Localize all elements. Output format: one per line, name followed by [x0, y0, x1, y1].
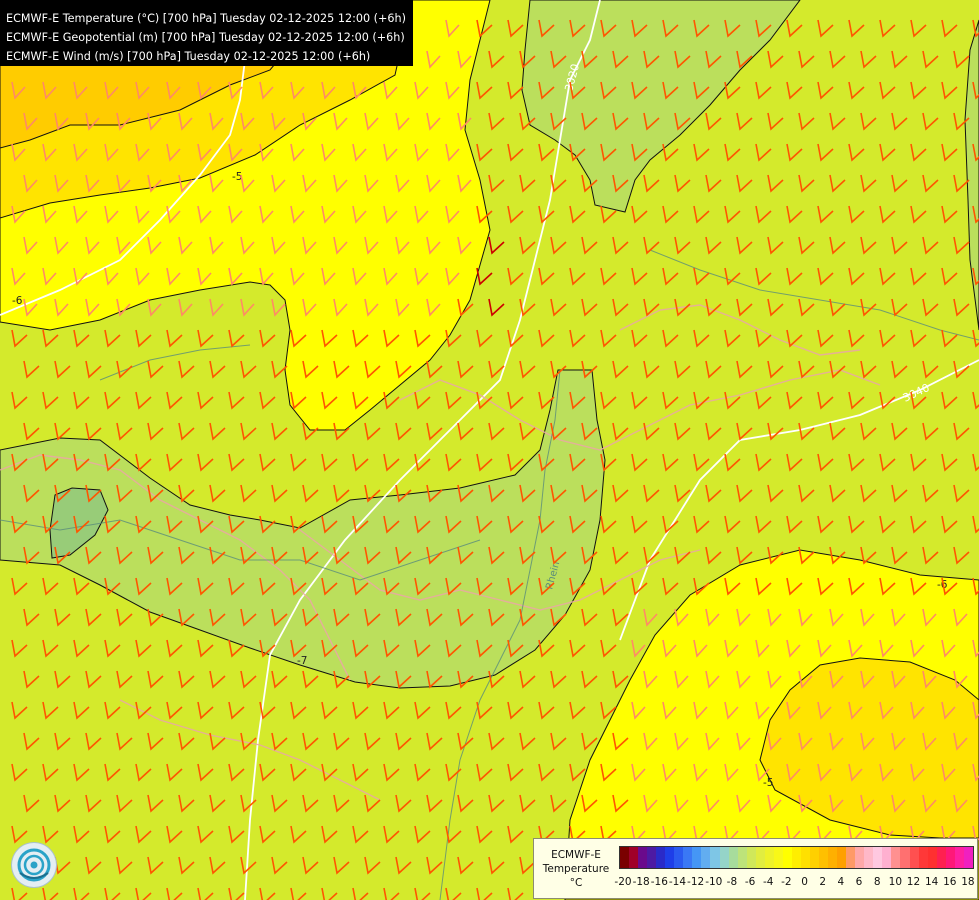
legend-swatch — [873, 847, 883, 868]
legend-swatch — [963, 847, 973, 868]
legend-swatch — [846, 847, 856, 868]
legend-tick-label: 12 — [906, 876, 921, 888]
legend-swatch — [710, 847, 720, 868]
legend-tick-label: 0 — [801, 876, 808, 888]
legend-tick-label: 16 — [943, 876, 957, 888]
ecmwf-logo-icon[interactable] — [12, 843, 56, 887]
isotherm-label: -6 — [12, 295, 23, 307]
legend-tick-label: -2 — [781, 876, 792, 888]
legend-tick-label: -16 — [650, 876, 668, 888]
legend-swatch — [773, 847, 783, 868]
temperature-legend: ECMWF-E Temperature °C -20 -18 -16 -14 -12 -1… — [533, 838, 978, 899]
legend-swatch — [629, 847, 639, 868]
legend-swatch — [674, 847, 684, 868]
temperature-layer-title: ECMWF-E Temperature (°C) [700 hPa] Tuesd… — [6, 12, 406, 25]
legend-swatch — [692, 847, 702, 868]
legend-swatch — [864, 847, 874, 868]
temperature-map[interactable]: 3020 3040 -5 -6 -7 -6 -5 Rhein — [0, 0, 979, 900]
legend-swatch — [882, 847, 892, 868]
legend-swatch — [728, 847, 738, 868]
legend-swatch — [954, 847, 964, 868]
legend-tick-label: 2 — [819, 876, 827, 888]
legend-swatch — [683, 847, 693, 868]
legend-swatch — [809, 847, 820, 868]
legend-swatch — [656, 847, 666, 868]
legend-tick-label: -14 — [668, 876, 687, 888]
isotherm-label: -5 — [763, 777, 773, 789]
legend-tick-label: 8 — [873, 876, 881, 888]
legend-title-line: ECMWF-E — [551, 849, 601, 861]
legend-swatch — [800, 847, 810, 868]
legend-tick-label: 4 — [837, 876, 845, 888]
legend-title: ECMWF-E Temperature °C — [538, 848, 614, 890]
legend-tick-label: 10 — [888, 876, 903, 888]
legend-tick-label: 18 — [961, 876, 975, 888]
legend-swatch — [719, 847, 729, 868]
legend-swatch — [855, 847, 865, 868]
weather-map-view: 3020 3040 -5 -6 -7 -6 -5 Rhein ECMWF-E T… — [0, 0, 979, 900]
legend-swatch — [891, 847, 901, 868]
legend-tick-labels: -20 -18 -16 -14 -12 -10 -8 -6 -4 -2 0 2 4 6 8 10 12 14 16 1… — [614, 876, 975, 890]
legend-tick-label: -10 — [705, 876, 723, 888]
legend-swatch — [665, 847, 675, 868]
legend-title-line: °C — [569, 877, 583, 889]
legend-swatch — [819, 847, 829, 868]
legend-swatch — [909, 847, 919, 868]
geopotential-layer-title: ECMWF-E Geopotential (m) [700 hPa] Tuesd… — [6, 31, 405, 44]
legend-tick-label: -12 — [687, 876, 705, 888]
legend-tick-label: -20 — [614, 876, 632, 888]
legend-swatch — [918, 847, 928, 868]
legend-swatch — [837, 847, 847, 868]
legend-tick-label: -6 — [744, 876, 756, 888]
legend-swatch — [620, 847, 630, 868]
legend-tick-label: -8 — [726, 876, 738, 888]
legend-swatch — [927, 847, 937, 868]
legend-swatch — [936, 847, 946, 868]
legend-swatch — [638, 847, 648, 868]
forecast-info-box: ECMWF-E Temperature (°C) [700 hPa] Tuesd… — [0, 0, 413, 66]
legend-tick-label: 6 — [855, 876, 863, 888]
legend-tick-label: -18 — [632, 876, 650, 888]
wind-layer-title: ECMWF-E Wind (m/s) [700 hPa] Tuesday 02-… — [6, 50, 371, 63]
legend-swatch — [701, 847, 711, 868]
legend-swatch — [737, 847, 747, 868]
legend-swatch — [828, 847, 838, 868]
legend-tick-label: 14 — [924, 876, 939, 888]
legend-title-line: Temperature — [542, 863, 610, 875]
isotherm-label: -7 — [297, 655, 307, 667]
legend-color-scale — [619, 846, 974, 869]
legend-swatch — [791, 847, 801, 868]
legend-swatch — [647, 847, 657, 868]
legend-swatch — [945, 847, 955, 868]
legend-swatch — [782, 847, 792, 868]
legend-swatch — [746, 847, 756, 868]
legend-swatch — [755, 847, 765, 868]
legend-tick-label: -4 — [762, 876, 774, 888]
legend-swatch — [900, 847, 910, 868]
legend-swatch — [764, 847, 774, 868]
